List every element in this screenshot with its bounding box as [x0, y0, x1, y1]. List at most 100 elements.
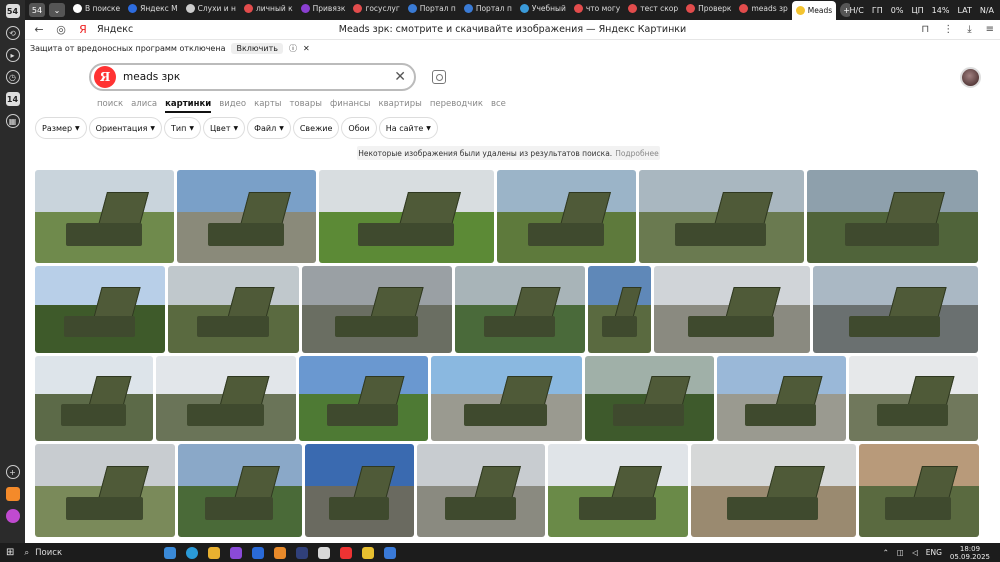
language-indicator[interactable]: ENG — [926, 548, 942, 557]
yandex-browser-icon[interactable] — [340, 546, 353, 559]
browser-tab[interactable]: Meads — [791, 1, 837, 20]
image-thumbnail[interactable] — [548, 444, 688, 537]
calendar-icon[interactable]: 14 — [5, 92, 20, 106]
avatar[interactable] — [960, 67, 981, 88]
image-thumbnail[interactable] — [859, 444, 979, 537]
image-thumbnail[interactable] — [849, 356, 978, 441]
mail-icon[interactable] — [5, 487, 20, 501]
windows-icon[interactable]: ⊞ — [6, 547, 14, 558]
image-thumbnail[interactable] — [654, 266, 810, 353]
clock[interactable]: 18:09 05.09.2025 — [950, 545, 990, 561]
image-thumbnail[interactable] — [305, 444, 414, 537]
apps-icon[interactable]: ▦ — [5, 114, 20, 128]
network-icon[interactable]: ◫ — [897, 548, 904, 557]
image-thumbnail[interactable] — [585, 356, 714, 441]
image-thumbnail[interactable] — [35, 266, 165, 353]
close-icon[interactable]: ✕ — [303, 44, 310, 53]
chevron-down-icon[interactable]: ⌄ — [49, 3, 65, 17]
search-input[interactable]: meads зрк — [123, 71, 180, 83]
clear-icon[interactable]: ✕ — [394, 69, 406, 85]
image-thumbnail[interactable] — [156, 356, 296, 441]
reader-icon[interactable]: ⋮ — [943, 24, 953, 35]
edge-icon[interactable] — [186, 546, 199, 559]
image-thumbnail[interactable] — [813, 266, 978, 353]
app-icon[interactable] — [230, 546, 243, 559]
taskview-icon[interactable] — [164, 546, 177, 559]
extensions-icon[interactable]: ≡ — [986, 24, 994, 35]
tray-arrow-icon[interactable]: ⌃ — [883, 548, 889, 557]
enable-protection-button[interactable]: Включить — [231, 42, 283, 54]
folder-icon[interactable] — [208, 546, 221, 559]
filter-chip[interactable]: Обои — [342, 118, 376, 138]
clock-icon[interactable]: ◷ — [5, 70, 20, 84]
bookmark-icon[interactable]: ⊓ — [921, 24, 929, 35]
image-thumbnail[interactable] — [35, 170, 174, 263]
yandex-logo[interactable]: Я — [94, 66, 116, 88]
filter-chip[interactable]: Цвет ▼ — [203, 118, 245, 138]
tab-counter-button[interactable]: 54 — [29, 3, 45, 17]
service-tab[interactable]: карты — [254, 99, 281, 113]
service-tab[interactable]: видео — [219, 99, 246, 113]
browser-tab[interactable]: В поиске — [69, 0, 124, 16]
browser-tab[interactable]: Учебный — [516, 0, 570, 16]
image-thumbnail[interactable] — [455, 266, 585, 353]
volume-icon[interactable]: ◁ — [912, 548, 918, 557]
alice-icon[interactable] — [5, 509, 20, 523]
filter-chip[interactable]: Ориентация ▼ — [89, 118, 162, 138]
filter-chip[interactable]: Файл ▼ — [248, 118, 290, 138]
browser-tab[interactable]: Портал п — [460, 0, 516, 16]
image-thumbnail[interactable] — [35, 356, 153, 441]
browser-tab[interactable]: госуслуг — [349, 0, 403, 16]
service-tab[interactable]: товары — [289, 99, 321, 113]
protect-icon[interactable]: ◎ — [53, 22, 69, 38]
taskbar-search[interactable]: ⌕ Поиск — [24, 545, 154, 560]
app3-icon[interactable] — [362, 546, 375, 559]
service-tab[interactable]: все — [491, 99, 506, 113]
image-thumbnail[interactable] — [717, 356, 846, 441]
image-thumbnail[interactable] — [431, 356, 582, 441]
image-thumbnail[interactable] — [302, 266, 452, 353]
search-box[interactable]: Я meads зрк ✕ — [89, 63, 416, 91]
image-thumbnail[interactable] — [588, 266, 651, 353]
image-thumbnail[interactable] — [35, 444, 175, 537]
camera-search-icon[interactable] — [432, 70, 446, 84]
tab-counter-icon[interactable]: 54 — [5, 4, 20, 18]
app2-icon[interactable] — [274, 546, 287, 559]
service-tab[interactable]: финансы — [330, 99, 371, 113]
browser-tab[interactable]: Проверк — [682, 0, 735, 16]
browser-tab[interactable]: тест скор — [624, 0, 682, 16]
service-tab[interactable]: алиса — [131, 99, 157, 113]
history-icon[interactable]: ⟲ — [5, 26, 20, 40]
service-tab[interactable]: поиск — [97, 99, 123, 113]
filter-chip[interactable]: Свежие — [293, 118, 339, 138]
play-icon[interactable]: ▸ — [5, 48, 20, 62]
notice-more-link[interactable]: Подробнее — [615, 149, 659, 158]
image-thumbnail[interactable] — [178, 444, 302, 537]
browser-tab[interactable]: личный к — [240, 0, 297, 16]
service-tab[interactable]: картинки — [165, 99, 212, 113]
help-icon[interactable]: ⓘ — [289, 43, 297, 54]
browser-tab[interactable]: Слухи и н — [182, 0, 240, 16]
store-icon[interactable] — [252, 546, 265, 559]
browser-tab[interactable]: meads зр — [735, 0, 791, 16]
image-thumbnail[interactable] — [168, 266, 299, 353]
browser-tab[interactable]: Яндекс М — [124, 0, 181, 16]
download-icon[interactable]: ⤓ — [967, 24, 971, 35]
browser-tab[interactable]: что могу — [570, 0, 624, 16]
filter-chip[interactable]: Размер ▼ — [36, 118, 86, 138]
app4-icon[interactable] — [384, 546, 397, 559]
image-thumbnail[interactable] — [691, 444, 856, 537]
image-thumbnail[interactable] — [639, 170, 804, 263]
filter-chip[interactable]: На сайте ▼ — [379, 118, 437, 138]
steam-icon[interactable] — [296, 546, 309, 559]
browser-tab[interactable]: Портал п — [404, 0, 460, 16]
browser-tab[interactable]: Привязк — [297, 0, 350, 16]
service-tab[interactable]: переводчик — [430, 99, 483, 113]
service-tab[interactable]: квартиры — [378, 99, 421, 113]
chrome-icon[interactable] — [318, 546, 331, 559]
image-thumbnail[interactable] — [177, 170, 316, 263]
image-thumbnail[interactable] — [807, 170, 978, 263]
add-icon[interactable]: + — [5, 465, 20, 479]
image-thumbnail[interactable] — [417, 444, 545, 537]
back-icon[interactable]: ← — [31, 22, 47, 38]
